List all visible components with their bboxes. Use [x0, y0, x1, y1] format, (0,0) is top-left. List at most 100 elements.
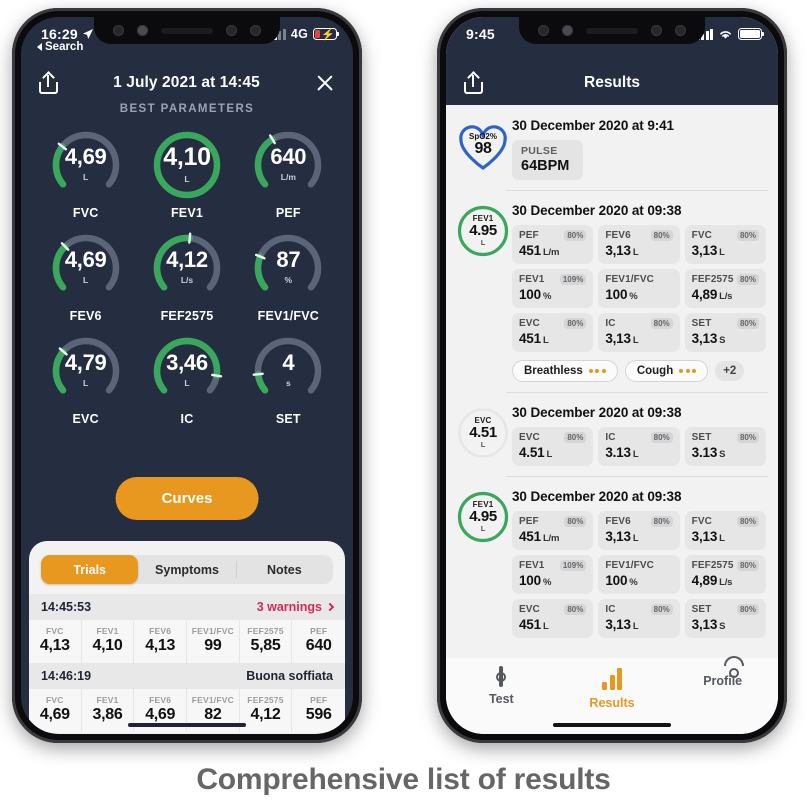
result-block[interactable]: FEV1 4.95 L 30 December 2020 at 09:38 PE… [446, 476, 778, 648]
metric-value: 100% [605, 287, 638, 302]
trial-metric-cell: PEF 596 [292, 689, 345, 732]
gauge-fev6[interactable]: 4,69 L FEV6 [35, 230, 136, 323]
metric-cell: FEV1/FVC 100% [598, 269, 680, 308]
gauge-ring: 4,69 L [48, 230, 124, 306]
ring-unit: L [480, 238, 486, 248]
tab-trials[interactable]: Trials [41, 555, 139, 584]
trial-list: 14:45:53 3 warnings FVC 4,13 FEV1 4,10 FEV6 … [29, 594, 345, 732]
metric-percent-badge: 80% [736, 318, 759, 329]
metric-cell: EVC 80% 4.51 L [512, 427, 594, 466]
left-phone-mockup: 16:29 4G ⚡ Search 1 July 2021 at 14:45 B… [12, 8, 362, 743]
gauge-set[interactable]: 4 s SET [238, 333, 339, 426]
metric-unit: % [629, 291, 638, 302]
gauge-unit: L [83, 378, 89, 388]
metric-top: IC 80% [605, 604, 673, 615]
page-title: 1 July 2021 at 14:45 [113, 74, 260, 91]
trial-warning-status[interactable]: 3 warnings [257, 600, 335, 614]
metric-cell: SET 80% 3,13 S [684, 313, 766, 352]
metric-key: FEV1 [96, 626, 119, 636]
metric-top: IC 80% [605, 318, 673, 329]
metric-percent-badge: 80% [736, 274, 759, 285]
sensor-icon [562, 25, 573, 36]
close-icon[interactable] [315, 73, 335, 93]
tab-profile[interactable]: Profile [667, 656, 778, 688]
trial-time: 14:46:19 [41, 669, 92, 683]
symptom-chip[interactable]: Breathless [512, 360, 618, 382]
metric-value: 3,13 L [605, 331, 639, 346]
symptom-label: Cough [636, 365, 674, 377]
tab-symptoms[interactable]: Symptoms [138, 555, 235, 584]
gauge-unit: % [284, 275, 293, 285]
metrics-grid: PEF 80% 451L/m FEV6 80% 3,13L FVC 80% [512, 511, 766, 638]
metric-cell: PEF 80% 451 L/m [512, 511, 594, 550]
symptom-chip[interactable]: Cough [624, 360, 709, 382]
right-phone-screen: 9:45 Results SpO2% 98 30 December 2020 a… [446, 17, 778, 734]
curves-button[interactable]: Curves [115, 477, 259, 520]
metric-key: PEF [310, 695, 328, 705]
result-badge-slot: FEV1 4.95 L [454, 489, 512, 638]
metric-value: 3,13 L [605, 617, 639, 632]
metric-key: SET [691, 604, 712, 615]
result-block[interactable]: SpO2% 98 30 December 2020 at 9:41 PULSE … [446, 105, 778, 190]
symptom-chip-row: Breathless Cough +2 [512, 360, 766, 382]
spo2-value: 98 [474, 139, 492, 157]
metric-key: FVC [46, 695, 64, 705]
gauge-readout: 87 % [250, 230, 326, 306]
metric-cell: FEV1 109% 100% [512, 269, 594, 308]
metric-key: FEF2575 [247, 626, 284, 636]
gauge-fvc[interactable]: 4,69 L FVC [35, 127, 136, 220]
tab-test[interactable]: Test [446, 666, 557, 706]
notch [519, 17, 705, 44]
tab-results[interactable]: Results [557, 668, 668, 710]
result-block[interactable]: FEV1 4.95 L 30 December 2020 at 09:38 PE… [446, 190, 778, 392]
right-phone-mockup: 9:45 Results SpO2% 98 30 December 2020 a… [437, 8, 787, 743]
trial-metric-cell: PEF 640 [292, 620, 345, 663]
gauge-fev1[interactable]: 4,10 L FEV1 [136, 127, 237, 220]
gauge-fef2575[interactable]: 4,12 L/s FEF2575 [136, 230, 237, 323]
result-badge-slot: FEV1 4.95 L [454, 203, 512, 382]
right-nav-bar: Results [446, 61, 778, 105]
trial-header[interactable]: 14:45:53 3 warnings [29, 594, 345, 620]
result-date: 30 December 2020 at 09:38 [512, 203, 682, 218]
metric-value: 100% [519, 287, 552, 302]
gauge-evc[interactable]: 4,79 L EVC [35, 333, 136, 426]
result-body: 30 December 2020 at 09:38 PEF 80% 451 L/m… [512, 203, 766, 382]
metric-top: EVC 80% [519, 432, 587, 443]
gauge-ic[interactable]: 3,46 L IC [136, 333, 237, 426]
share-icon[interactable] [39, 71, 58, 94]
tab-label: Test [488, 692, 514, 706]
metric-cell: SET 80% 3.13 S [684, 427, 766, 466]
gauge-unit: L [83, 172, 89, 182]
tab-notes[interactable]: Notes [235, 555, 333, 584]
home-indicator [553, 722, 671, 727]
metric-key: EVC [519, 318, 540, 329]
best-parameters-gauge-grid: 4,69 L FVC 4,10 L FEV1 640 L/m PEF 4,69 … [21, 127, 353, 426]
ring-value: 4.95 [469, 222, 497, 240]
metric-key: PEF [519, 516, 539, 527]
metric-key: FEF2575 [691, 560, 734, 571]
gauge-label: IC [180, 412, 194, 426]
metric-key: FEV1/FVC [191, 626, 234, 636]
metric-value: 82 [204, 706, 222, 723]
result-ring-badge: FEV1 4.95 L [457, 491, 509, 543]
status-time: 9:45 [466, 26, 495, 42]
metric-unit: S [719, 449, 726, 460]
metric-value: 3,13 L [691, 243, 725, 258]
result-body: 30 December 2020 at 9:41 PULSE 64BPM [512, 118, 766, 180]
trial-metric-cell: FEV1 3,86 [82, 689, 135, 732]
notch [94, 17, 280, 44]
trial-metric-cell: FVC 4,69 [29, 689, 82, 732]
spo2-readout: SpO2% 98 [469, 132, 497, 158]
metric-cell: FEF2575 80% 4,89 L/s [684, 555, 766, 594]
metric-cell: IC 80% 3,13 L [598, 313, 680, 352]
gauge-fev1-fvc[interactable]: 87 % FEV1/FVC [238, 230, 339, 323]
metric-key: FEV1/FVC [191, 695, 234, 705]
bottom-sheet: Trials Symptoms Notes 14:45:53 3 warnings FV… [29, 541, 345, 734]
metric-cell: FEV1/FVC 100% [598, 555, 680, 594]
more-symptoms-badge[interactable]: +2 [715, 361, 745, 381]
results-list[interactable]: SpO2% 98 30 December 2020 at 9:41 PULSE … [446, 105, 778, 658]
result-block[interactable]: EVC 4.51 L 30 December 2020 at 09:38 EVC… [446, 392, 778, 476]
trial-header[interactable]: 14:46:19 Buona soffiata [29, 663, 345, 689]
gauge-pef[interactable]: 640 L/m PEF [238, 127, 339, 220]
sheet-tab-group: Trials Symptoms Notes [41, 555, 333, 584]
